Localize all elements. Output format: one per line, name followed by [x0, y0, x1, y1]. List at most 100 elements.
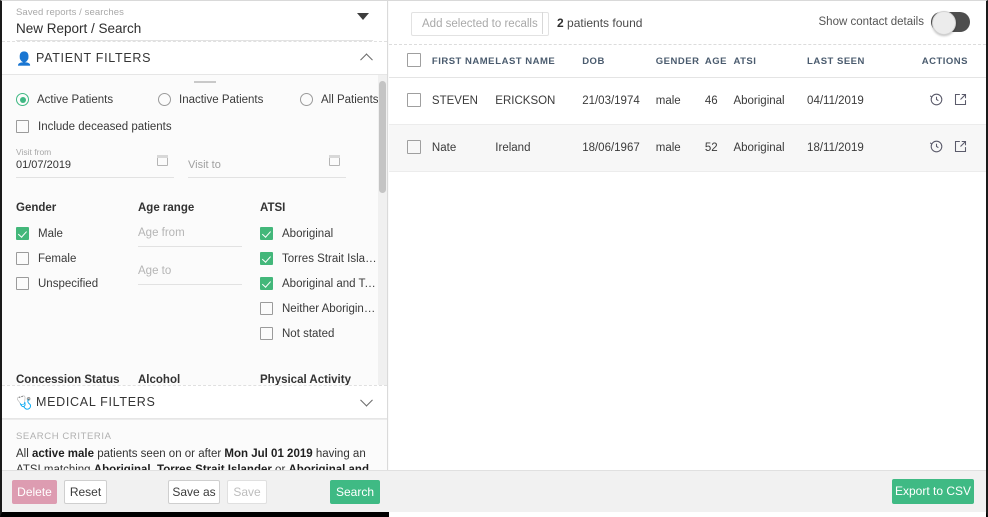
filters-scroll-area[interactable]: Active Patients Inactive Patients All Pa…	[2, 75, 387, 385]
medical-filters-header[interactable]: 🩺 MEDICAL FILTERS	[2, 385, 387, 419]
caret-down-icon[interactable]	[357, 13, 369, 20]
select-all-checkbox[interactable]	[407, 53, 421, 67]
radio-indicator	[158, 93, 171, 106]
visit-to-field[interactable]: Visit to	[188, 147, 346, 178]
row-select-checkbox[interactable]	[407, 92, 421, 107]
cell-actions[interactable]	[904, 77, 986, 125]
open-external-icon[interactable]	[953, 92, 968, 107]
chevron-down-icon[interactable]	[360, 393, 373, 407]
checkbox-gender-male[interactable]: Male	[16, 227, 138, 240]
radio-inactive-patients[interactable]: Inactive Patients	[158, 93, 300, 106]
save-as-button[interactable]: Save as	[168, 480, 220, 504]
search-criteria-text: All active male patients seen on or afte…	[16, 447, 371, 471]
medical-filters-title: MEDICAL FILTERS	[36, 395, 156, 409]
table-row[interactable]: STEVEN ERICKSON 21/03/1974 male 46 Aboriginal…	[389, 77, 986, 125]
row-select-checkbox[interactable]	[407, 139, 421, 154]
field-underline	[138, 246, 242, 247]
radio-all-patients[interactable]: All Patients	[300, 93, 379, 106]
checkbox-atsi-both[interactable]: Aboriginal and Tor…	[260, 277, 382, 290]
results-empty-area	[389, 172, 986, 517]
visit-to-label	[188, 147, 346, 157]
select-all-header[interactable]	[389, 45, 432, 78]
filter-columns-secondary: Concession Status Alcohol Physical Activ…	[2, 352, 387, 385]
radio-indicator	[16, 93, 29, 106]
action-bar: Delete Reset Save as Save Search Export …	[2, 470, 986, 512]
cell-last-name: ERICKSON	[495, 77, 583, 125]
cell-atsi: Aboriginal	[733, 77, 808, 125]
person-icon: 👤	[16, 50, 33, 66]
field-underline	[138, 284, 242, 285]
delete-button[interactable]: Delete	[12, 480, 57, 504]
cell-last-seen: 04/11/2019	[807, 77, 905, 125]
checkbox-include-deceased[interactable]: Include deceased patients	[16, 120, 387, 133]
checkbox-label: Include deceased patients	[38, 120, 172, 133]
history-icon[interactable]	[929, 92, 944, 107]
checkbox-atsi-torres-strait[interactable]: Torres Strait Islan…	[260, 252, 382, 265]
checkbox-indicator	[260, 277, 273, 290]
visit-from-field[interactable]: Visit from 01/07/2019	[16, 147, 174, 178]
checkbox-atsi-not-stated[interactable]: Not stated	[260, 327, 382, 340]
checkbox-gender-female[interactable]: Female	[16, 252, 138, 265]
checkbox-atsi-neither[interactable]: Neither Aboriginal…	[260, 302, 382, 315]
field-underline	[188, 177, 346, 178]
radio-label: Active Patients	[37, 93, 114, 106]
col-first-name[interactable]: FIRST NAME	[431, 45, 496, 78]
atsi-title: ATSI	[260, 202, 286, 214]
atsi-filter-group: ATSI Aboriginal Torres Strait Islan… Abo…	[260, 202, 382, 352]
drag-handle[interactable]	[194, 81, 216, 83]
col-age[interactable]: AGE	[704, 45, 734, 78]
calendar-icon[interactable]	[328, 154, 341, 166]
chevron-up-icon[interactable]	[360, 53, 373, 67]
history-icon[interactable]	[929, 139, 944, 154]
age-from-input[interactable]: Age from	[138, 227, 242, 247]
visit-to-placeholder: Visit to	[188, 159, 221, 171]
export-to-csv-button[interactable]: Export to CSV	[892, 479, 974, 504]
save-button[interactable]: Save	[227, 480, 267, 504]
gender-title: Gender	[16, 202, 57, 214]
criteria-emphasis: Mon Jul 01 2019	[224, 448, 313, 460]
col-last-name[interactable]: LAST NAME	[495, 45, 583, 78]
col-atsi[interactable]: ATSI	[733, 45, 808, 78]
checkbox-label: Not stated	[282, 327, 335, 340]
radio-label: All Patients	[321, 93, 379, 106]
patient-filters-header[interactable]: 👤 PATIENT FILTERS	[2, 41, 387, 75]
col-dob[interactable]: DOB	[582, 45, 656, 78]
saved-reports-label: Saved reports / searches	[16, 7, 125, 18]
checkbox-label: Female	[38, 252, 77, 265]
table-header-row: FIRST NAME LAST NAME DOB GENDER AGE ATSI…	[389, 45, 986, 78]
add-selected-to-recalls-button[interactable]: Add selected to recalls	[411, 12, 549, 36]
report-search-window: Saved reports / searches New Report / Se…	[0, 0, 988, 517]
table-row[interactable]: Nate Ireland 18/06/1967 male 52 Aboriginal 18/…	[389, 124, 986, 172]
checkbox-label: Aboriginal and Tor…	[282, 277, 378, 290]
checkbox-atsi-aboriginal[interactable]: Aboriginal	[260, 227, 382, 240]
radio-active-patients[interactable]: Active Patients	[16, 93, 158, 106]
checkbox-label: Unspecified	[38, 277, 99, 290]
visit-date-row: Visit from 01/07/2019 Visit to	[2, 133, 387, 178]
row-select-cell[interactable]	[389, 77, 432, 125]
radio-label: Inactive Patients	[179, 93, 264, 106]
filters-scrollbar[interactable]	[378, 75, 387, 385]
criteria-fragment: All	[16, 448, 32, 460]
checkbox-gender-unspecified[interactable]: Unspecified	[16, 277, 138, 290]
age-to-placeholder: Age to	[138, 265, 172, 277]
alcohol-group: Alcohol	[138, 374, 260, 385]
patients-table: FIRST NAME LAST NAME DOB GENDER AGE ATSI…	[389, 45, 986, 172]
reset-button[interactable]: Reset	[64, 480, 107, 504]
gender-filter-group: Gender Male Female Unspecified	[16, 202, 138, 352]
search-button[interactable]: Search	[330, 480, 380, 504]
col-last-seen[interactable]: LAST SEEN	[807, 45, 905, 78]
saved-reports-selector[interactable]: Saved reports / searches New Report / Se…	[2, 1, 387, 41]
open-external-icon[interactable]	[953, 139, 968, 154]
age-range-filter-group: Age range Age from Age to	[138, 202, 260, 352]
scrollbar-thumb[interactable]	[379, 81, 386, 193]
age-to-input[interactable]: Age to	[138, 265, 242, 285]
row-select-cell[interactable]	[389, 124, 432, 172]
show-contact-details-toggle[interactable]	[931, 11, 970, 35]
col-gender[interactable]: GENDER	[655, 45, 705, 78]
criteria-fragment: patients seen on or after	[94, 448, 225, 460]
cell-age: 46	[704, 77, 734, 125]
patient-status-radio-group: Active Patients Inactive Patients All Pa…	[2, 75, 387, 106]
checkbox-indicator	[16, 252, 29, 265]
calendar-icon[interactable]	[156, 154, 169, 166]
cell-actions[interactable]	[904, 124, 986, 172]
